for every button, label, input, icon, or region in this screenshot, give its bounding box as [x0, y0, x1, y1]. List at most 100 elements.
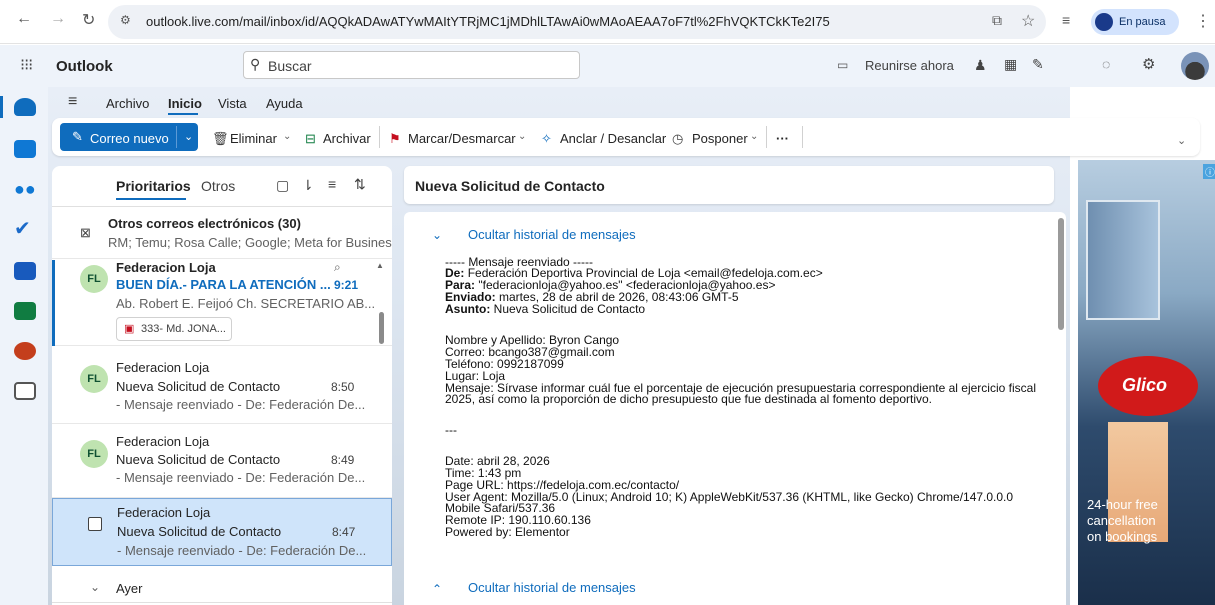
more-apps-icon[interactable] — [14, 382, 36, 400]
reading-subject: Nueva Solicitud de Contacto — [415, 178, 605, 194]
back-icon[interactable]: ← — [16, 10, 32, 28]
other-mail-preview: RM; Temu; Rosa Calle; Google; Meta for B… — [108, 235, 392, 250]
search-placeholder: Buscar — [268, 58, 312, 74]
hide-history-link[interactable]: Ocultar historial de mensajes — [468, 580, 636, 595]
split-divider — [176, 126, 177, 148]
video-icon[interactable]: ▭ — [837, 58, 848, 72]
sort-icon[interactable]: ⇅ — [354, 176, 366, 193]
meta-line: Powered by: Elementor — [445, 525, 570, 539]
ad-text: 24-hour free — [1087, 497, 1158, 512]
ribbon-expand-icon[interactable]: ⌄ — [1177, 134, 1186, 147]
list-scrollbar[interactable] — [379, 312, 384, 344]
divider — [802, 126, 803, 148]
browser-menu-icon[interactable]: ⋮ — [1195, 11, 1211, 31]
chevron-up-icon[interactable]: ⌃ — [432, 582, 442, 596]
gear-icon[interactable]: ⚙ — [1142, 55, 1155, 73]
list-item[interactable]: FL Federacion Loja Nueva Solicitud de Co… — [52, 424, 392, 498]
excel-icon[interactable]: ▦ — [1004, 56, 1017, 73]
separator-line: --- — [445, 423, 457, 437]
teams-icon[interactable]: ♟ — [974, 57, 987, 74]
archive-icon: ⊟ — [305, 131, 316, 146]
reload-icon[interactable]: ↻ — [82, 10, 95, 30]
scroll-up-icon[interactable]: ▲ — [376, 261, 384, 270]
other-mail-summary[interactable]: ⊠ Otros correos electrónicos (30) RM; Te… — [52, 207, 392, 259]
tab-active-indicator — [168, 113, 198, 115]
jump-to-icon[interactable]: ⇂ — [302, 177, 314, 194]
meet-now-button[interactable]: Reunirse ahora — [865, 58, 954, 73]
delete-button[interactable]: Eliminar — [230, 131, 277, 146]
filter-icon[interactable]: ≡ — [328, 176, 336, 192]
profile-button[interactable]: En pausa — [1091, 9, 1179, 35]
attachment-chip[interactable]: ▣ 333- Md. JONA... — [116, 317, 232, 341]
clock-icon: ◷ — [672, 131, 684, 146]
ad-banner[interactable]: Glico 24-hour free cancellation on booki… — [1078, 160, 1215, 605]
user-avatar[interactable] — [1181, 52, 1209, 80]
calendar-icon[interactable] — [14, 140, 36, 158]
todo-icon[interactable]: ✔ — [14, 219, 36, 239]
tab-focused[interactable]: Prioritarios — [116, 178, 191, 194]
ad-text: cancellation — [1087, 513, 1156, 528]
subject: Nueva Solicitud de Contacto — [116, 379, 281, 394]
search-icon: ⚲ — [250, 56, 261, 72]
divider — [766, 126, 767, 148]
more-options-button[interactable]: ··· — [776, 131, 789, 146]
attachment-name: 333- Md. JONA... — [141, 323, 226, 335]
notes-icon[interactable]: ✎ — [1032, 56, 1044, 73]
ad-brand: Glico — [1122, 375, 1168, 395]
archive-button[interactable]: Archivar — [323, 131, 371, 146]
select-icon[interactable]: ▢ — [276, 177, 289, 194]
forward-icon[interactable]: → — [50, 10, 66, 28]
preview: - Mensaje reenviado - De: Federación De.… — [116, 470, 366, 485]
tab-ayuda[interactable]: Ayuda — [266, 96, 303, 111]
pdf-icon: ▣ — [124, 323, 135, 335]
media-icon[interactable]: ≡ — [1062, 12, 1070, 28]
hamburger-icon[interactable]: ≡ — [68, 93, 77, 111]
chevron-down-icon[interactable]: ⌄ — [432, 228, 442, 242]
pin-icon: ✧ — [541, 131, 552, 146]
list-item[interactable]: FL Federacion Loja ⌕ BUEN DÍA.- PARA LA … — [52, 260, 392, 346]
paperclip-icon: ⌕ — [334, 260, 341, 274]
list-item[interactable]: FL Federacion Loja Nueva Solicitud de Co… — [52, 348, 392, 424]
tab-inicio[interactable]: Inicio — [168, 96, 202, 111]
pin-button[interactable]: Anclar / Desanclar — [560, 131, 666, 146]
time: 8:49 — [331, 453, 355, 467]
app-title: Outlook — [56, 58, 113, 75]
reading-scrollbar[interactable] — [1058, 218, 1064, 330]
chevron-down-icon[interactable]: ⌄ — [283, 131, 291, 142]
hide-history-link[interactable]: Ocultar historial de mensajes — [468, 227, 636, 242]
bookmark-star-icon[interactable]: ☆ — [1021, 11, 1035, 31]
word-icon[interactable] — [14, 262, 36, 280]
install-app-icon[interactable]: ⧉ — [992, 12, 1002, 29]
preview: Ab. Robert E. Feijoó Ch. SECRETARIO AB..… — [116, 296, 376, 311]
chevron-down-icon[interactable]: ⌄ — [90, 580, 100, 594]
chevron-down-icon[interactable]: ⌄ — [518, 131, 526, 142]
subject: Nueva Solicitud de Contacto — [116, 452, 281, 467]
subject: BUEN DÍA.- PARA LA ATENCIÓN ... — [116, 277, 331, 292]
site-info-icon[interactable]: ⚙ — [120, 13, 131, 27]
bell-icon[interactable]: ◌ — [1102, 56, 1110, 72]
tab-archivo[interactable]: Archivo — [106, 96, 149, 111]
mail-icon[interactable] — [14, 98, 36, 116]
time: 9:21 — [334, 278, 359, 292]
list-item-selected[interactable]: Federacion Loja Nueva Solicitud de Conta… — [52, 498, 392, 566]
ad-info-icon[interactable]: ⓘ — [1203, 164, 1215, 179]
sender: Federacion Loja — [117, 505, 211, 520]
tab-vista[interactable]: Vista — [218, 96, 247, 111]
app-launcher-icon[interactable]: ⁝⁝⁝ — [20, 55, 33, 75]
divider — [379, 126, 380, 148]
other-mail-title: Otros correos electrónicos (30) — [108, 216, 301, 231]
select-checkbox[interactable] — [88, 517, 102, 531]
powerpoint-icon[interactable] — [14, 342, 36, 360]
chevron-down-icon[interactable]: ⌄ — [184, 130, 193, 143]
people-icon[interactable]: ●● — [14, 180, 36, 198]
ad-building-image — [1086, 200, 1160, 320]
url-text[interactable]: outlook.live.com/mail/inbox/id/AQQkADAwA… — [146, 14, 830, 29]
snooze-button[interactable]: Posponer — [692, 131, 748, 146]
avatar: FL — [80, 440, 108, 468]
excel-rail-icon[interactable] — [14, 302, 36, 320]
tab-other[interactable]: Otros — [201, 178, 235, 194]
section-yesterday: Ayer — [116, 581, 143, 596]
sender: Federacion Loja — [116, 260, 216, 275]
chevron-down-icon[interactable]: ⌄ — [750, 131, 758, 142]
flag-button[interactable]: Marcar/Desmarcar — [408, 131, 516, 146]
